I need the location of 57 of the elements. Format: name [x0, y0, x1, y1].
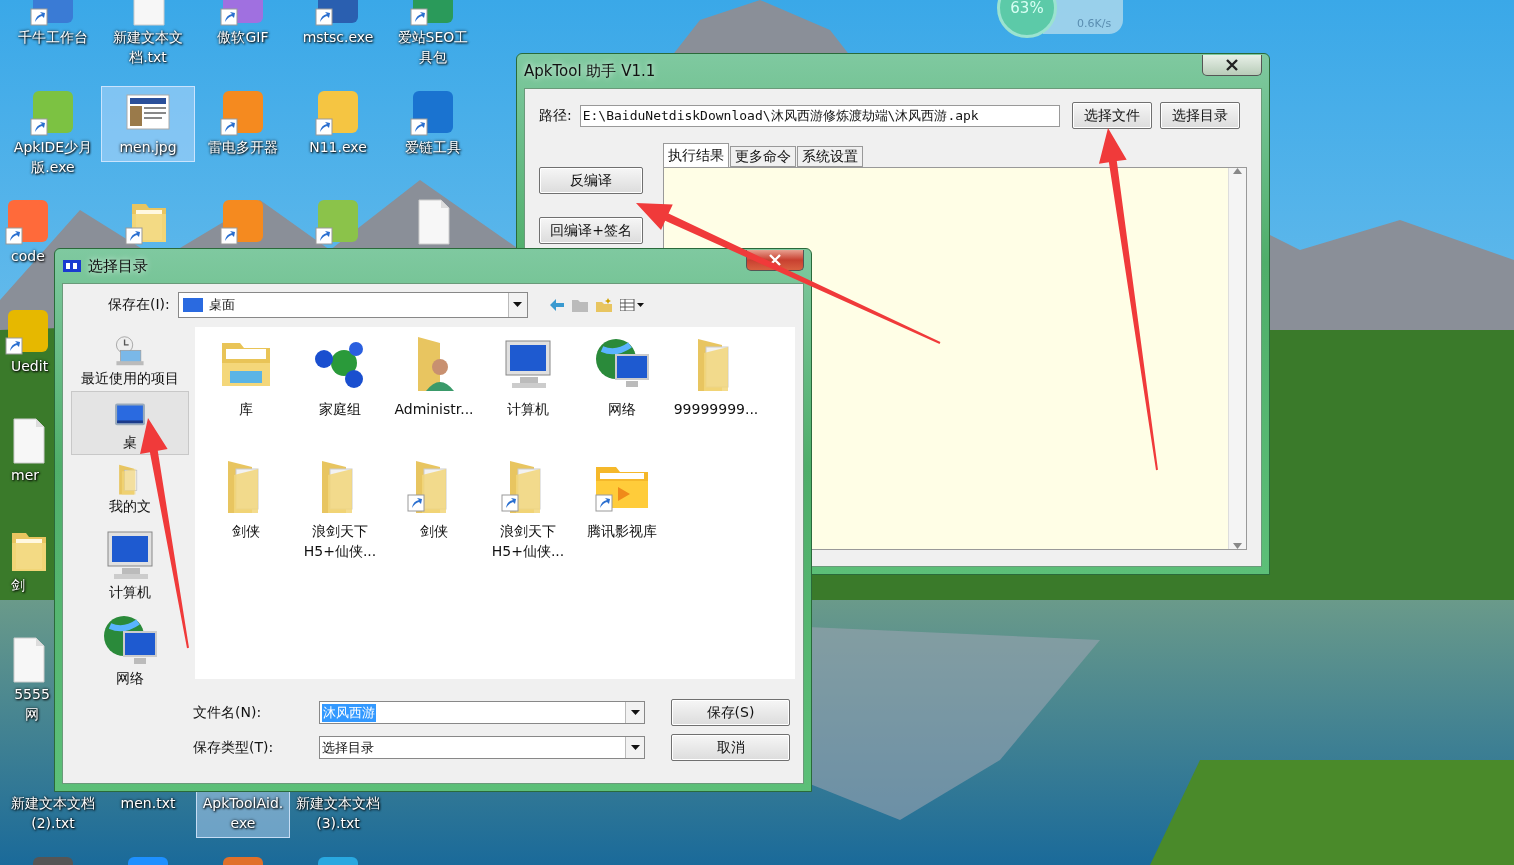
file-item[interactable]: 腾讯影视库 [575, 455, 669, 577]
place-item[interactable]: 计算机 [71, 519, 189, 605]
place-item[interactable]: 网络 [71, 605, 189, 691]
filename-label: 文件名(N): [193, 703, 263, 722]
desktop-icon[interactable]: mer [2, 414, 54, 490]
scroll-down-icon [1233, 543, 1242, 549]
desktop-icon[interactable]: Uedit [2, 304, 54, 381]
tab[interactable]: 执行结果 [663, 143, 729, 167]
view-menu-icon[interactable] [619, 299, 644, 311]
save-in-label: 保存在(I): [108, 296, 170, 314]
file-item[interactable]: 浪剑天下 H5+仙侠... [293, 455, 387, 577]
file-item[interactable]: 计算机 [481, 333, 575, 455]
back-icon[interactable] [549, 299, 564, 311]
window-title: ApkTool 助手 V1.1 [524, 61, 656, 81]
desktop-icon[interactable]: 新建文本文档 (3).txt [291, 790, 385, 838]
file-item[interactable]: 剑侠 [199, 455, 293, 577]
new-folder-icon[interactable] [595, 298, 612, 312]
location-dropdown[interactable]: 桌面 [177, 292, 528, 318]
filetype-label: 保存类型(T): [193, 738, 275, 757]
file-item[interactable]: 家庭组 [293, 333, 387, 455]
desktop-icon[interactable]: 剑 [2, 523, 54, 600]
save-button[interactable]: 保存(S) [671, 699, 790, 726]
file-item[interactable]: 浪剑天下 H5+仙侠... [481, 455, 575, 577]
file-item[interactable]: 网络 [575, 333, 669, 455]
close-button[interactable] [1202, 55, 1262, 76]
file-item[interactable]: 库 [199, 333, 293, 455]
choose-button[interactable]: 选择目录 [1159, 102, 1240, 129]
up-folder-icon[interactable] [571, 298, 588, 312]
download-speed: 0.6K/s [1077, 17, 1112, 30]
desktop-icon[interactable]: men.txt [101, 790, 195, 818]
close-icon [768, 254, 782, 266]
desktop-icon[interactable]: 5555网 [2, 633, 54, 729]
window-title: 选择目录 [88, 256, 148, 276]
tab[interactable]: 更多命令 [730, 146, 796, 167]
choose-button[interactable]: 选择文件 [1071, 102, 1152, 129]
file-item[interactable]: Administr... [387, 333, 481, 455]
dropdown-arrow-icon [513, 302, 523, 308]
desktop-icon[interactable]: 新建文本文档 (2).txt [6, 790, 100, 838]
app-icon [62, 258, 82, 274]
path-field[interactable]: E:\BaiduNetdiskDownload\沐风西游修炼渡劫端\沐风西游.apk [579, 104, 1060, 127]
path-label: 路径: [539, 106, 572, 125]
filetype-dropdown[interactable]: 选择目录 [319, 736, 645, 759]
tab[interactable]: 系统设置 [797, 146, 863, 167]
place-item[interactable]: 我的文 [71, 455, 189, 519]
dropdown-arrow-icon [630, 744, 640, 751]
action-button[interactable]: 回编译+签名 [539, 217, 643, 244]
scroll-up-icon [1233, 168, 1242, 174]
dropdown-arrow-icon [630, 709, 640, 716]
scrollbar[interactable] [1228, 168, 1246, 549]
cancel-button[interactable]: 取消 [671, 734, 790, 761]
action-button[interactable]: 反编译 [539, 167, 643, 194]
place-item[interactable]: 桌 [71, 391, 189, 455]
place-item[interactable]: 最近使用的项目 [71, 327, 189, 391]
file-item[interactable]: 剑侠 [387, 455, 481, 577]
close-icon [1225, 59, 1239, 71]
file-item[interactable]: 99999999... [669, 333, 763, 455]
monitor-icon [182, 298, 203, 312]
